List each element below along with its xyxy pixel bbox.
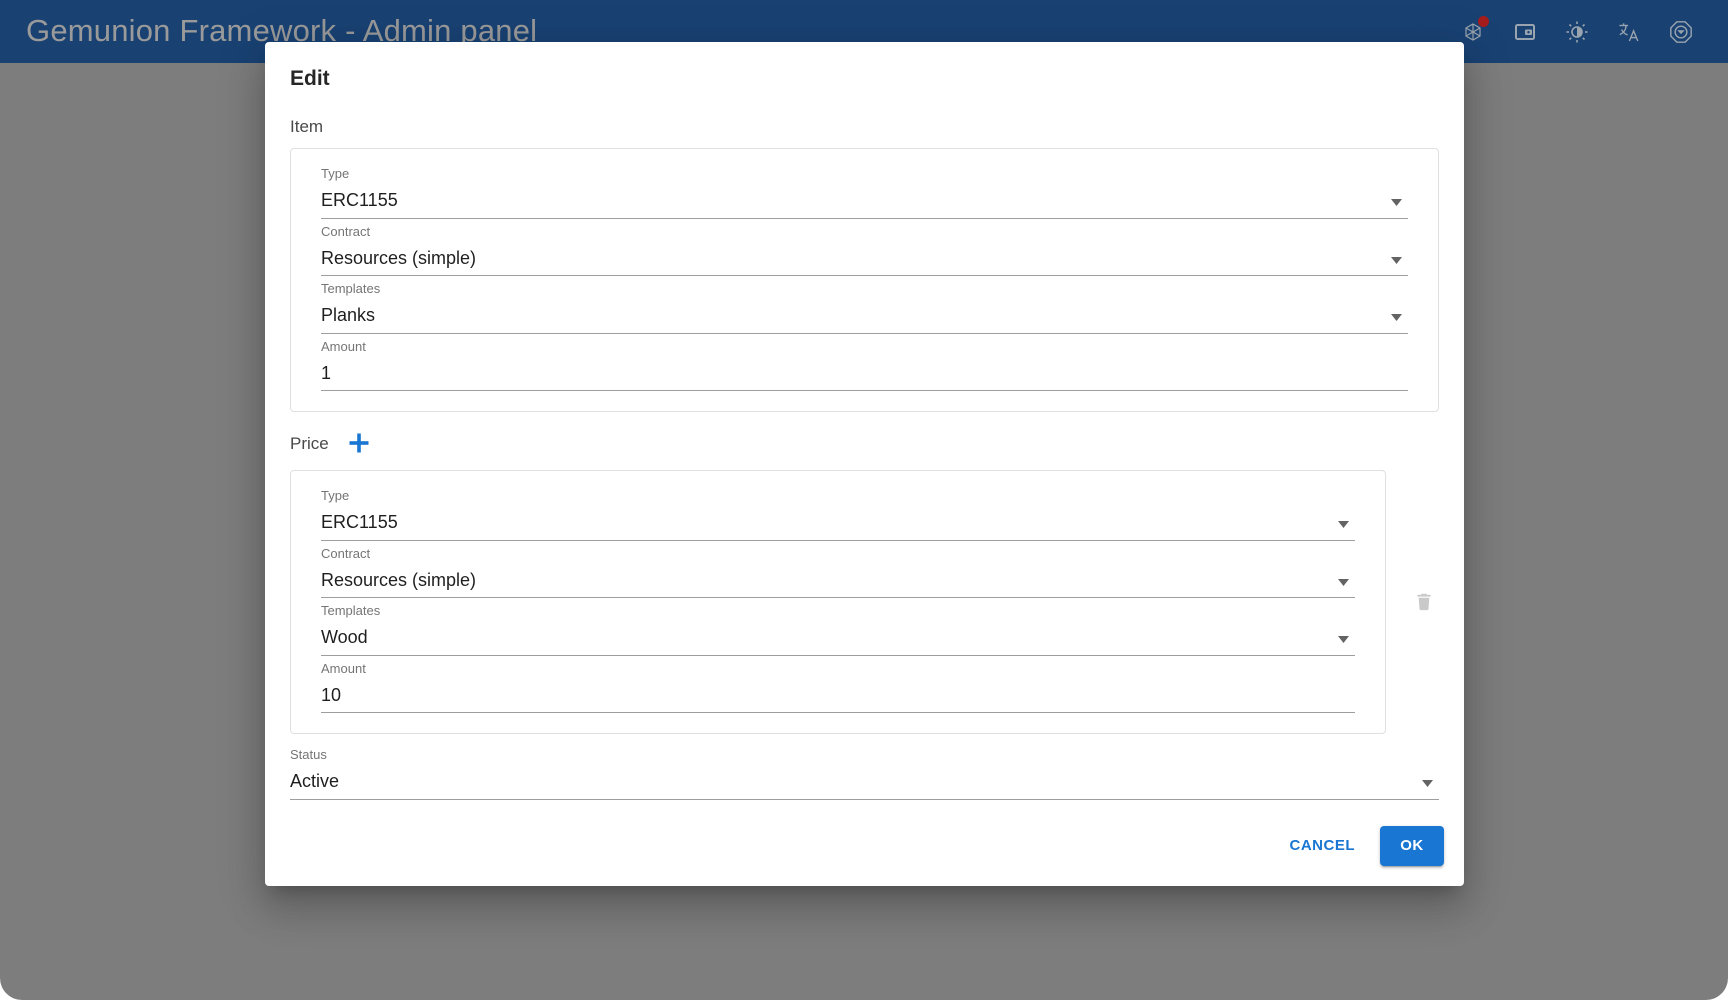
price-contract-field[interactable]: Contract Resources (simple) <box>307 547 1369 599</box>
wallet-icon[interactable] <box>1508 15 1542 49</box>
chevron-down-icon[interactable] <box>1331 573 1355 591</box>
status-field[interactable]: Status Active <box>290 748 1439 800</box>
price-templates-label: Templates <box>321 603 381 619</box>
price-templates-value: Wood <box>321 627 368 648</box>
price-amount-label: Amount <box>321 660 366 676</box>
item-section-heading: Item <box>290 104 1439 148</box>
price-type-value: ERC1155 <box>321 512 398 533</box>
item-amount-label: Amount <box>321 338 366 354</box>
item-type-label: Type <box>321 166 350 182</box>
browser-viewport: Gemunion Framework - Admin panel Edit It… <box>0 0 1728 1000</box>
price-contract-label: Contract <box>321 545 371 561</box>
status-label: Status <box>290 747 327 763</box>
item-contract-label: Contract <box>321 223 371 239</box>
item-templates-label: Templates <box>321 281 381 297</box>
brightness-contrast-icon[interactable] <box>1560 15 1594 49</box>
dialog-content: Item Type ERC1155 Contract Resources (si… <box>265 104 1464 812</box>
edit-dialog: Edit Item Type ERC1155 Contract Resource… <box>265 42 1464 887</box>
price-row: Type ERC1155 Contract Resources (simple) <box>290 470 1439 735</box>
price-amount-value[interactable]: 10 <box>321 684 1355 707</box>
app-bar-actions <box>1456 15 1706 49</box>
dialog-title: Edit <box>290 67 330 90</box>
add-price-button[interactable] <box>344 428 374 458</box>
price-type-field[interactable]: Type ERC1155 <box>307 489 1369 541</box>
chevron-down-icon[interactable] <box>1384 251 1408 269</box>
dialog-actions: CANCEL OK <box>265 812 1464 887</box>
notification-badge-dot <box>1478 15 1489 27</box>
chevron-down-icon[interactable] <box>1384 309 1408 327</box>
price-type-label: Type <box>321 488 350 504</box>
cancel-button[interactable]: CANCEL <box>1273 826 1373 867</box>
item-templates-value: Planks <box>321 305 376 326</box>
item-contract-value: Resources (simple) <box>321 247 477 268</box>
item-templates-field[interactable]: Templates Planks <box>307 282 1422 334</box>
item-amount-value[interactable]: 1 <box>321 362 1408 385</box>
status-value: Active <box>290 771 340 792</box>
item-type-field[interactable]: Type ERC1155 <box>307 167 1422 219</box>
octagon-badge-icon[interactable] <box>1664 15 1698 49</box>
delete-price-button[interactable] <box>1408 578 1439 626</box>
status-field-wrapper: Status Active <box>290 748 1439 800</box>
price-templates-field[interactable]: Templates Wood <box>307 604 1369 656</box>
translate-icon[interactable] <box>1612 15 1646 49</box>
trash-icon <box>1416 594 1431 611</box>
item-type-value: ERC1155 <box>321 190 398 211</box>
price-contract-value: Resources (simple) <box>321 569 477 590</box>
price-fieldset: Type ERC1155 Contract Resources (simple) <box>290 470 1386 735</box>
chevron-down-icon[interactable] <box>1384 194 1408 212</box>
price-section-label: Price <box>290 433 329 453</box>
item-amount-field[interactable]: Amount 1 <box>307 340 1422 392</box>
chevron-down-icon[interactable] <box>1331 631 1355 649</box>
price-section-heading: Price <box>290 412 1439 470</box>
chevron-down-icon[interactable] <box>1331 516 1355 534</box>
item-fieldset: Type ERC1155 Contract Resources (simple) <box>290 148 1439 413</box>
price-amount-field[interactable]: Amount 10 <box>307 662 1369 714</box>
item-contract-field[interactable]: Contract Resources (simple) <box>307 225 1422 277</box>
chevron-down-icon[interactable] <box>1415 775 1439 793</box>
item-section-label: Item <box>290 117 324 137</box>
ok-button[interactable]: OK <box>1380 825 1444 867</box>
